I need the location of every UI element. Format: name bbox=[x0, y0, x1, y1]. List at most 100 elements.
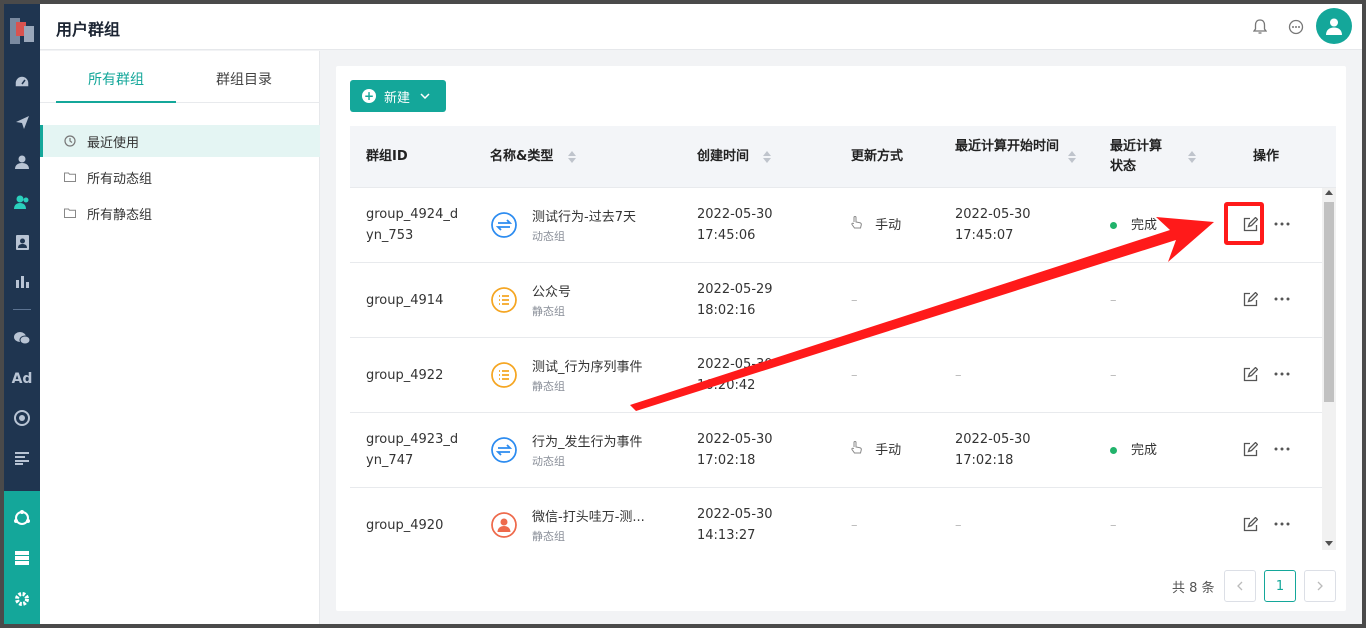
group-name[interactable]: 公众号 bbox=[532, 281, 571, 300]
col-header-status: 最近计算状态 bbox=[1110, 139, 1163, 174]
calc-date: 2022-05-30 bbox=[955, 207, 1031, 222]
edit-icon[interactable] bbox=[1242, 516, 1258, 532]
network-icon[interactable] bbox=[4, 506, 40, 530]
created-clock: 18:02:16 bbox=[697, 303, 756, 318]
side-item-dynamic[interactable]: 所有动态组 bbox=[40, 161, 320, 193]
scroll-up-arrow-icon[interactable] bbox=[1325, 190, 1333, 195]
dashboard-icon[interactable] bbox=[4, 70, 40, 94]
scroll-down-arrow-icon[interactable] bbox=[1325, 541, 1333, 546]
created-date: 2022-05-30 bbox=[697, 207, 773, 222]
more-icon[interactable] bbox=[1274, 366, 1290, 382]
nav-rail: Ad bbox=[4, 4, 40, 624]
more-icon[interactable] bbox=[1274, 516, 1290, 532]
profile-card-icon[interactable] bbox=[4, 230, 40, 254]
server-icon[interactable] bbox=[4, 546, 40, 570]
group-name[interactable]: 测试_行为序列事件 bbox=[532, 356, 643, 375]
main-card: + 新建 群组ID 名称&类型 创建时间 更新方式 最近计算开始时间 最近计算状… bbox=[336, 66, 1346, 611]
table-row[interactable]: group_4922 测试_行为序列事件 静态组 2022-05-30 16:2… bbox=[350, 338, 1322, 413]
update-label: 手动 bbox=[875, 443, 902, 458]
edit-highlight-box bbox=[1224, 202, 1264, 245]
avatar[interactable] bbox=[1316, 8, 1352, 44]
side-item-static[interactable]: 所有静态组 bbox=[40, 197, 320, 229]
group-id-line: group_4922 bbox=[366, 368, 444, 383]
group-id-line: yn_753 bbox=[366, 228, 414, 243]
created-time: 2022-05-30 17:45:06 bbox=[697, 204, 773, 246]
send-icon[interactable] bbox=[4, 110, 40, 134]
ad-icon[interactable]: Ad bbox=[4, 367, 40, 391]
calc-start-time: – bbox=[955, 368, 962, 383]
side-item-recent[interactable]: 最近使用 bbox=[40, 125, 320, 157]
bell-icon[interactable] bbox=[1250, 17, 1270, 37]
created-date: 2022-05-30 bbox=[697, 507, 773, 522]
new-group-button[interactable]: + 新建 bbox=[350, 80, 446, 112]
table-row[interactable]: group_4923_d yn_747 行为_发生行为事件 动态组 2022-0… bbox=[350, 413, 1322, 488]
status-dot bbox=[1110, 447, 1117, 454]
sort-icon[interactable] bbox=[1068, 151, 1076, 163]
group-id: group_4914 bbox=[366, 290, 443, 311]
col-header-actions: 操作 bbox=[1253, 149, 1280, 164]
user-group-icon[interactable] bbox=[4, 190, 40, 214]
sync-icon bbox=[491, 212, 517, 238]
new-button-label: 新建 bbox=[384, 90, 411, 106]
update-method: – bbox=[851, 293, 858, 308]
wechat-icon[interactable] bbox=[4, 326, 40, 350]
rail-divider bbox=[13, 309, 31, 310]
document-list-icon[interactable] bbox=[4, 446, 40, 470]
table-scrollbar[interactable] bbox=[1322, 188, 1336, 550]
folder-icon bbox=[64, 207, 76, 219]
table-row[interactable]: group_4924_d yn_753 测试行为-过去7天 动态组 2022-0… bbox=[350, 188, 1322, 263]
calc-start-time: – bbox=[955, 518, 962, 533]
bar-chart-icon[interactable] bbox=[4, 270, 40, 294]
tab-all-groups[interactable]: 所有群组 bbox=[88, 69, 144, 89]
group-name[interactable]: 行为_发生行为事件 bbox=[532, 431, 643, 450]
col-header-calc-start: 最近计算开始时间 bbox=[955, 139, 1060, 154]
target-icon[interactable] bbox=[4, 406, 40, 430]
page-title: 用户群组 bbox=[56, 20, 121, 39]
status-label: 完成 bbox=[1131, 443, 1158, 458]
page-button-current[interactable]: 1 bbox=[1264, 570, 1296, 602]
update-method: – bbox=[851, 368, 858, 383]
sort-icon[interactable] bbox=[1188, 151, 1196, 163]
more-icon[interactable] bbox=[1274, 441, 1290, 457]
update-label: 手动 bbox=[875, 218, 902, 233]
prev-page-button[interactable] bbox=[1224, 570, 1256, 602]
calc-start-time: – bbox=[955, 293, 962, 308]
user-icon[interactable] bbox=[4, 150, 40, 174]
chat-icon[interactable] bbox=[1286, 17, 1306, 37]
group-type: 静态组 bbox=[532, 305, 565, 318]
group-name[interactable]: 测试行为-过去7天 bbox=[532, 206, 636, 225]
rail-bottom-section bbox=[4, 491, 40, 624]
side-item-label: 所有动态组 bbox=[87, 171, 153, 187]
created-clock: 16:20:42 bbox=[697, 378, 756, 393]
created-time: 2022-05-30 16:20:42 bbox=[697, 354, 773, 396]
table-row[interactable]: group_4920 微信-打头哇万-测... 静态组 2022-05-30 1… bbox=[350, 488, 1322, 550]
table-row[interactable]: group_4914 公众号 静态组 2022-05-29 18:02:16 –… bbox=[350, 263, 1322, 338]
folder-icon bbox=[64, 171, 76, 183]
edit-icon[interactable] bbox=[1242, 441, 1258, 457]
group-name[interactable]: 微信-打头哇万-测... bbox=[532, 506, 645, 525]
calc-status: 完成 bbox=[1110, 440, 1157, 461]
scroll-thumb[interactable] bbox=[1324, 202, 1334, 402]
sort-icon[interactable] bbox=[763, 151, 771, 163]
calc-status: 完成 bbox=[1110, 215, 1157, 236]
gear-icon[interactable] bbox=[4, 587, 40, 611]
tab-group-directory[interactable]: 群组目录 bbox=[216, 69, 272, 89]
plus-icon: + bbox=[362, 89, 376, 103]
table-header: 群组ID 名称&类型 创建时间 更新方式 最近计算开始时间 最近计算状态 操作 bbox=[350, 126, 1336, 188]
calc-start-time: 2022-05-30 17:45:07 bbox=[955, 204, 1031, 246]
group-type: 动态组 bbox=[532, 230, 565, 243]
calc-clock: 17:02:18 bbox=[955, 453, 1014, 468]
col-header-name: 名称&类型 bbox=[490, 149, 554, 164]
edit-icon[interactable] bbox=[1242, 366, 1258, 382]
more-icon[interactable] bbox=[1274, 216, 1290, 232]
status-dot bbox=[1110, 222, 1117, 229]
edit-icon[interactable] bbox=[1242, 291, 1258, 307]
next-page-button[interactable] bbox=[1304, 570, 1336, 602]
sort-icon[interactable] bbox=[568, 151, 576, 163]
chevron-down-icon bbox=[420, 91, 430, 102]
more-icon[interactable] bbox=[1274, 291, 1290, 307]
group-type: 静态组 bbox=[532, 380, 565, 393]
app-logo bbox=[10, 18, 34, 44]
col-header-id: 群组ID bbox=[366, 149, 408, 164]
created-date: 2022-05-30 bbox=[697, 357, 773, 372]
